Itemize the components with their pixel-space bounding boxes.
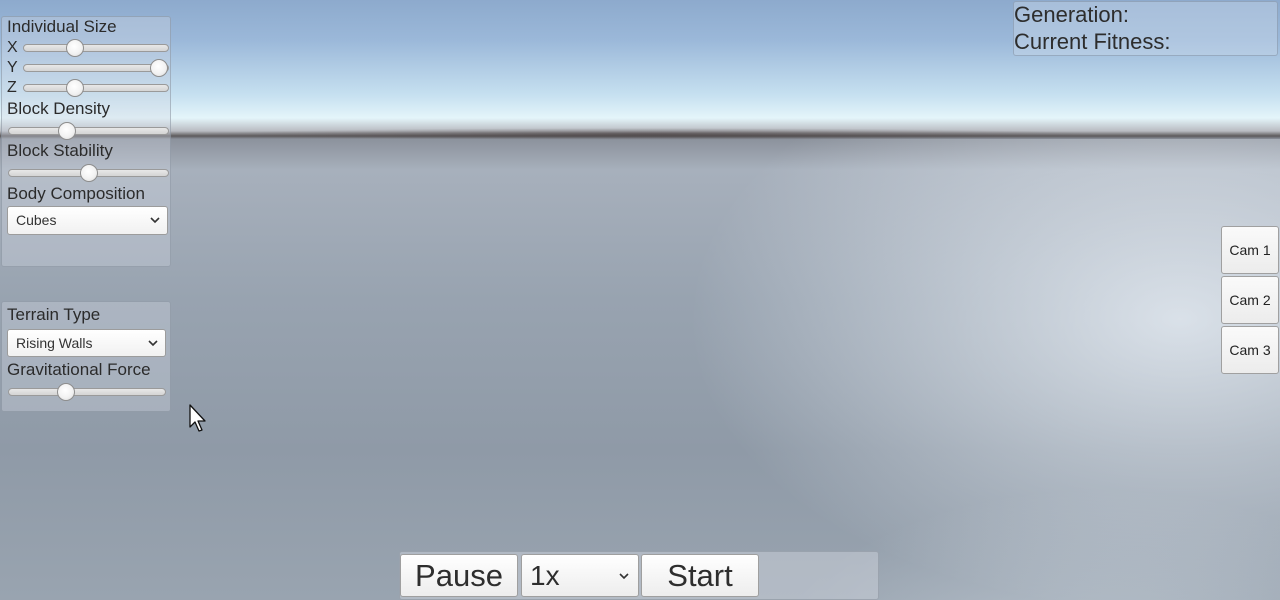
gravitational-force-slider[interactable] <box>8 383 166 401</box>
size-z-slider-thumb[interactable] <box>65 79 84 97</box>
body-composition-value: Cubes <box>16 212 57 228</box>
terrain-type-label: Terrain Type <box>7 305 101 324</box>
cam-3-button[interactable]: Cam 3 <box>1221 326 1279 374</box>
block-stability-slider-thumb[interactable] <box>79 164 98 182</box>
horizon <box>200 128 1100 140</box>
size-y-label: Y <box>7 59 18 76</box>
mouse-pointer-icon <box>189 404 206 432</box>
speed-value: 1x <box>530 560 560 591</box>
current-fitness-label: Current Fitness: <box>1014 29 1171 54</box>
cam-1-button[interactable]: Cam 1 <box>1221 226 1279 274</box>
terrain-type-dropdown[interactable]: Rising Walls <box>7 329 166 357</box>
gravitational-force-label: Gravitational Force <box>7 360 151 379</box>
chevron-down-icon <box>148 340 158 347</box>
individual-size-label: Individual Size <box>7 17 117 36</box>
block-density-label: Block Density <box>7 99 110 118</box>
block-stability-label: Block Stability <box>7 141 113 160</box>
size-x-slider[interactable] <box>23 39 169 57</box>
creature-settings-panel: Individual Size X Y Z Block Density Bloc… <box>1 16 171 267</box>
world-settings-panel: Terrain Type Rising Walls Gravitational … <box>1 301 171 412</box>
size-y-slider[interactable] <box>23 59 169 77</box>
generation-label: Generation: <box>1014 2 1129 27</box>
start-button[interactable]: Start <box>641 554 759 597</box>
chevron-down-icon <box>619 573 629 580</box>
size-z-slider[interactable] <box>23 79 169 97</box>
chevron-down-icon <box>150 217 160 224</box>
size-x-label: X <box>7 39 18 56</box>
block-density-slider[interactable] <box>8 122 169 140</box>
body-composition-label: Body Composition <box>7 184 145 203</box>
terrain-type-value: Rising Walls <box>16 335 93 351</box>
ground-background <box>0 139 1280 600</box>
size-x-slider-thumb[interactable] <box>65 39 84 57</box>
size-y-slider-thumb[interactable] <box>150 59 168 77</box>
size-z-label: Z <box>7 79 17 96</box>
body-composition-dropdown[interactable]: Cubes <box>7 206 168 235</box>
gravitational-force-slider-thumb[interactable] <box>57 383 76 401</box>
cam-2-button[interactable]: Cam 2 <box>1221 276 1279 324</box>
block-stability-slider[interactable] <box>8 164 169 182</box>
stats-display: Generation: Current Fitness: <box>1013 1 1278 56</box>
pause-button[interactable]: Pause <box>400 554 518 597</box>
block-density-slider-thumb[interactable] <box>58 122 77 140</box>
speed-dropdown[interactable]: 1x <box>521 554 639 597</box>
